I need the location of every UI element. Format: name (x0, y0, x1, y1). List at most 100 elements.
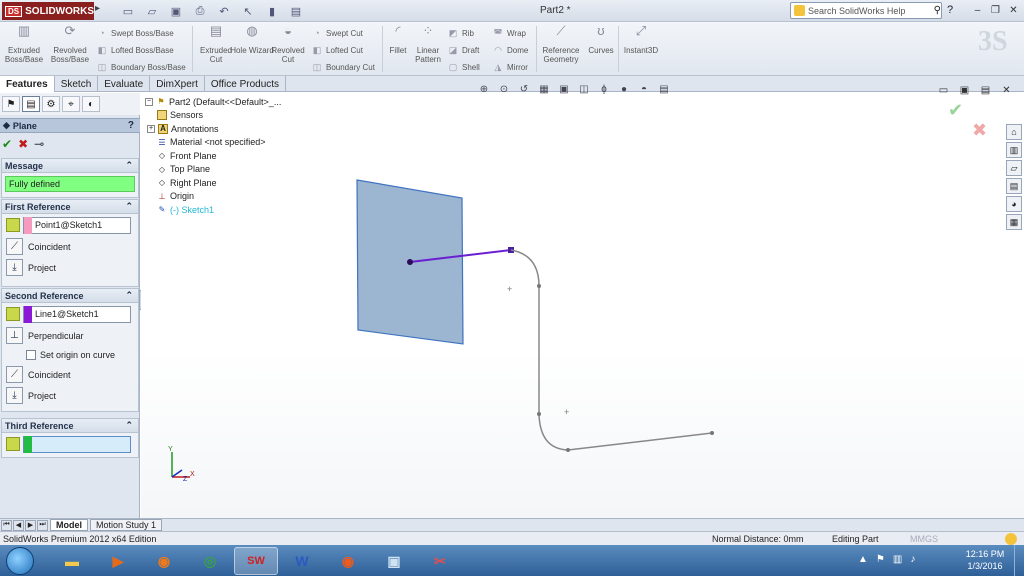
instant3d-button[interactable]: ⤢ Instant3D (620, 24, 662, 55)
show-hidden-icons-icon[interactable]: ▲ (858, 554, 868, 565)
set-origin-checkbox-row[interactable]: Set origin on curve (2, 346, 138, 364)
revolved-boss-button[interactable]: ⟳ Revolved Boss/Base (48, 24, 92, 64)
tab-office-products[interactable]: Office Products (205, 76, 287, 92)
doc-restore-icon[interactable]: ▣ (956, 82, 973, 98)
lofted-cut-button[interactable]: ◧ Lofted Cut (311, 43, 363, 57)
start-button[interactable] (6, 547, 34, 575)
dome-button[interactable]: ◠ Dome (492, 43, 528, 57)
curves-button[interactable]: ʊ Curves (584, 24, 618, 55)
file-explorer-icon[interactable]: ▱ (1006, 160, 1022, 176)
options-icon[interactable]: ▤ (286, 3, 306, 19)
print-icon[interactable]: ⎙ (190, 3, 210, 19)
tree-item-top-plane[interactable]: ◇ Top Plane (145, 163, 305, 177)
next-tab-icon[interactable]: ▶ (25, 519, 36, 531)
collapse-icon[interactable]: ⌃ (125, 290, 133, 301)
collapse-icon[interactable]: − (145, 97, 153, 106)
solidworks-resources-icon[interactable]: ⌂ (1006, 124, 1022, 140)
collapse-icon[interactable]: ⌃ (125, 160, 133, 171)
swept-cut-button[interactable]: ◔ Swept Cut (311, 26, 363, 40)
chrome-app-icon[interactable]: ◎ (188, 547, 232, 575)
mirror-button[interactable]: ◮ Mirror (492, 60, 528, 74)
new-icon[interactable]: ▭ (118, 3, 138, 19)
tree-item-origin[interactable]: ⊥ Origin (145, 190, 305, 204)
zoom-to-area-icon[interactable]: ⊙ (497, 82, 511, 96)
collapse-icon[interactable]: ⌃ (125, 420, 133, 431)
custom-properties-icon[interactable]: ▦ (1006, 214, 1022, 230)
first-tab-icon[interactable]: ⏮ (1, 519, 12, 531)
help-search-input[interactable]: Search SolidWorks Help ⚲ (790, 2, 942, 19)
second-reference-header[interactable]: Second Reference ⌃ (2, 289, 138, 303)
word-app-icon[interactable]: W (280, 547, 324, 575)
action-center-icon[interactable]: ⚑ (876, 554, 885, 565)
option-project[interactable]: ⤓ Project (2, 257, 138, 278)
option-perpendicular[interactable]: ⊥ Perpendicular (2, 325, 138, 346)
wrap-button[interactable]: ◚ Wrap (492, 26, 526, 40)
tree-item-annotations[interactable]: + A Annotations (145, 122, 305, 136)
close-icon[interactable]: ✕ (1005, 2, 1022, 18)
tree-item-right-plane[interactable]: ◇ Right Plane (145, 176, 305, 190)
tree-item-material[interactable]: ☰ Material <not specified> (145, 136, 305, 150)
show-desktop-button[interactable] (1014, 545, 1024, 576)
restore-icon[interactable]: ❐ (987, 2, 1004, 18)
dimxpert-manager-icon[interactable]: ⌖ (62, 96, 80, 112)
select-icon[interactable]: ↖ (238, 3, 258, 19)
confirm-cancel-icon[interactable]: ✖ (972, 120, 987, 141)
display-manager-icon[interactable]: ◐ (82, 96, 100, 112)
tree-item-sketch1[interactable]: ✎ (-) Sketch1 (145, 203, 305, 217)
tab-sketch[interactable]: Sketch (55, 76, 99, 92)
shell-button[interactable]: ▢ Shell (447, 60, 480, 74)
draft-button[interactable]: ◪ Draft (447, 43, 480, 57)
explorer-app-icon[interactable]: ▬ (50, 547, 94, 575)
search-icon[interactable]: ⚲ (934, 5, 941, 16)
clock[interactable]: 12:16 PM 1/3/2016 (962, 548, 1008, 572)
tab-features[interactable]: Features (0, 76, 55, 92)
undo-icon[interactable]: ↶ (214, 3, 234, 19)
swept-boss-button[interactable]: ◔ Swept Boss/Base (96, 26, 173, 40)
option-coincident[interactable]: ⟋ Coincident (2, 236, 138, 257)
appearances-icon[interactable]: ◕ (1006, 196, 1022, 212)
doc-tile-icon[interactable]: ▤ (977, 82, 994, 98)
first-reference-field[interactable]: Point1@Sketch1 (23, 216, 131, 234)
reference-geometry-button[interactable]: ⟋ Reference Geometry (538, 24, 584, 64)
hide-show-items-icon[interactable]: ɸ (597, 82, 611, 96)
ok-icon[interactable]: ✔ (2, 137, 12, 151)
media-player-app-icon[interactable]: ▶ (96, 547, 140, 575)
doc-close-icon[interactable]: ✕ (998, 82, 1015, 98)
tab-model[interactable]: Model (50, 519, 88, 531)
view-settings-icon[interactable]: ▤ (657, 82, 671, 96)
third-reference-header[interactable]: Third Reference ⌃ (2, 419, 138, 433)
solidworks-app-icon[interactable]: SW (234, 547, 278, 575)
help-menu-button[interactable]: ? (947, 4, 953, 16)
tree-item-sensors[interactable]: Sensors (145, 109, 305, 123)
quick-tips-icon[interactable] (1005, 533, 1017, 545)
third-reference-field[interactable] (23, 435, 131, 453)
zoom-to-fit-icon[interactable]: ⊕ (477, 82, 491, 96)
sketch-curve[interactable] (510, 249, 713, 451)
sketch-point[interactable] (407, 259, 413, 265)
second-reference-field[interactable]: Line1@Sketch1 (23, 305, 131, 323)
minimize-icon[interactable]: – (969, 2, 986, 18)
boundary-boss-button[interactable]: ◫ Boundary Boss/Base (96, 60, 186, 74)
property-manager-icon[interactable]: ▤ (22, 96, 40, 112)
window-app-icon[interactable]: ▣ (372, 547, 416, 575)
lofted-boss-button[interactable]: ◧ Lofted Boss/Base (96, 43, 174, 57)
previous-view-icon[interactable]: ↺ (517, 82, 531, 96)
tab-motion-study[interactable]: Motion Study 1 (90, 519, 163, 531)
units-selector[interactable]: MMGS (910, 534, 938, 544)
set-origin-checkbox[interactable] (26, 350, 36, 360)
plane-help-button[interactable]: ? (128, 120, 134, 131)
cancel-icon[interactable]: ✖ (18, 137, 28, 151)
configuration-manager-icon[interactable]: ⚙ (42, 96, 60, 112)
prev-tab-icon[interactable]: ◀ (13, 519, 24, 531)
apply-scene-icon[interactable]: ◓ (637, 82, 651, 96)
volume-icon[interactable]: ♪ (910, 554, 915, 565)
view-orientation-icon[interactable]: ▣ (557, 82, 571, 96)
first-reference-header[interactable]: First Reference ⌃ (2, 200, 138, 214)
tab-dimxpert[interactable]: DimXpert (150, 76, 205, 92)
tree-item-front-plane[interactable]: ◇ Front Plane (145, 149, 305, 163)
extruded-boss-button[interactable]: ▥ Extruded Boss/Base (2, 24, 46, 64)
solidworks-logo[interactable]: DS SOLIDWORKS (2, 2, 94, 20)
design-library-icon[interactable]: ▥ (1006, 142, 1022, 158)
firefox-app-icon[interactable]: ◉ (142, 547, 186, 575)
view-palette-icon[interactable]: ▤ (1006, 178, 1022, 194)
